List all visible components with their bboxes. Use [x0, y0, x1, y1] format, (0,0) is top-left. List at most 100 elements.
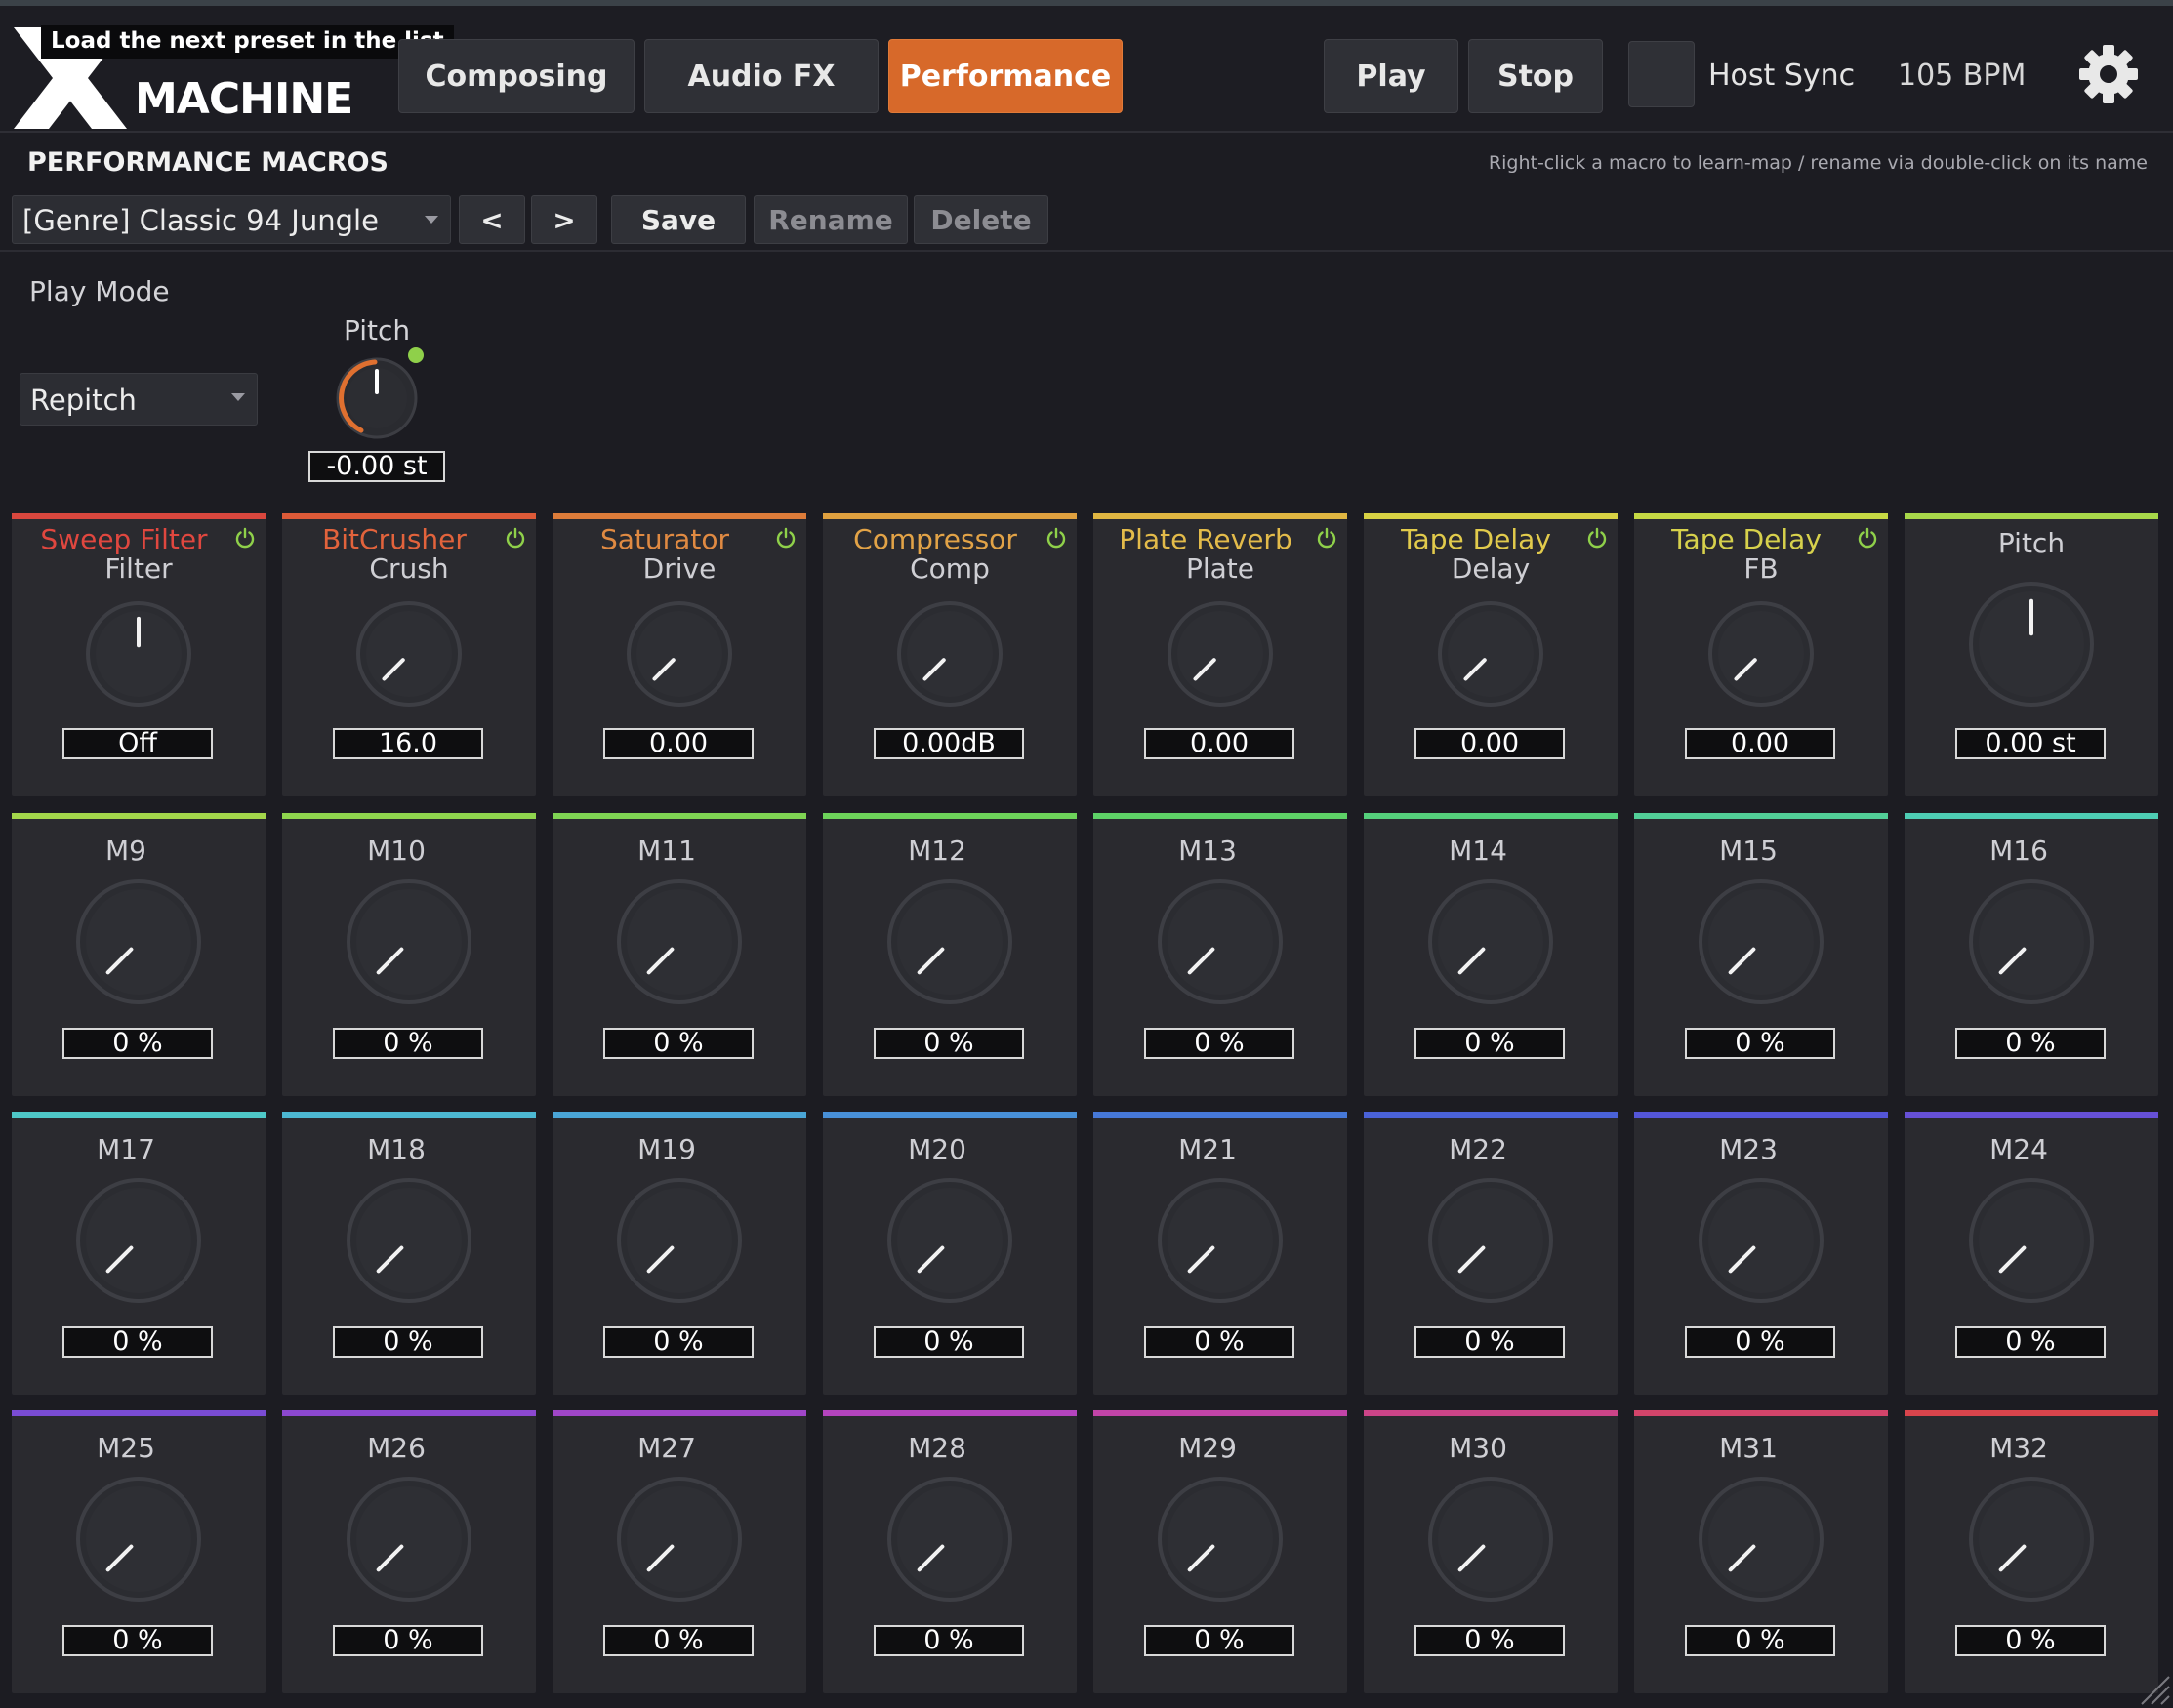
macro-value-field[interactable]: Off	[62, 728, 213, 759]
macro-name[interactable]: M20	[823, 1133, 1051, 1165]
resize-handle-icon[interactable]	[2136, 1671, 2171, 1706]
host-sync-checkbox[interactable]	[1628, 41, 1695, 107]
macro-knob[interactable]	[345, 1176, 473, 1305]
macro-knob[interactable]	[1426, 877, 1555, 1006]
macro-name[interactable]: M25	[12, 1432, 240, 1464]
macro-value-field[interactable]: 0 %	[62, 1625, 213, 1656]
power-icon[interactable]	[234, 527, 256, 549]
macro-knob[interactable]	[1697, 1176, 1825, 1305]
power-icon[interactable]	[1316, 527, 1337, 549]
macro-fx-name[interactable]: Sweep Filter	[12, 523, 236, 555]
macro-name[interactable]: M17	[12, 1133, 240, 1165]
play-button[interactable]: Play	[1324, 39, 1458, 113]
macro-name[interactable]: M21	[1093, 1133, 1322, 1165]
macro-knob[interactable]	[1697, 877, 1825, 1006]
macro-fx-name[interactable]: Saturator	[553, 523, 777, 555]
macro-knob[interactable]	[74, 877, 203, 1006]
macro-name[interactable]: M15	[1634, 834, 1863, 867]
macro-name[interactable]: M14	[1364, 834, 1592, 867]
preset-dropdown[interactable]: [Genre] Classic 94 Jungle	[12, 195, 451, 244]
macro-knob[interactable]	[1967, 580, 2096, 709]
macro-value-field[interactable]: 16.0	[333, 728, 483, 759]
macro-value-field[interactable]: 0 %	[603, 1625, 754, 1656]
macro-name[interactable]: M23	[1634, 1133, 1863, 1165]
macro-name[interactable]: M31	[1634, 1432, 1863, 1464]
macro-name[interactable]: M12	[823, 834, 1051, 867]
macro-knob[interactable]	[625, 599, 734, 709]
macro-name[interactable]: M13	[1093, 834, 1322, 867]
macro-value-field[interactable]: 0.00 st	[1955, 728, 2106, 759]
macro-name[interactable]: M9	[12, 834, 240, 867]
delete-button[interactable]: Delete	[914, 195, 1048, 244]
stop-button[interactable]: Stop	[1468, 39, 1603, 113]
macro-knob[interactable]	[1156, 1176, 1285, 1305]
pitch-value-field[interactable]: -0.00 st	[308, 451, 445, 482]
pitch-knob[interactable]	[330, 351, 424, 445]
macro-knob[interactable]	[1706, 599, 1816, 709]
macro-value-field[interactable]: 0 %	[1414, 1028, 1565, 1059]
macro-knob[interactable]	[1166, 599, 1275, 709]
save-button[interactable]: Save	[611, 195, 746, 244]
macro-fx-name[interactable]: Tape Delay	[1634, 523, 1859, 555]
macro-value-field[interactable]: 0 %	[1144, 1625, 1294, 1656]
macro-value-field[interactable]: 0.00	[1414, 728, 1565, 759]
tab-performance[interactable]: Performance	[888, 39, 1123, 113]
macro-value-field[interactable]: 0.00	[1685, 728, 1835, 759]
macro-name[interactable]: M10	[282, 834, 511, 867]
macro-value-field[interactable]: 0 %	[874, 1028, 1024, 1059]
macro-name[interactable]: M16	[1905, 834, 2133, 867]
macro-knob[interactable]	[1426, 1176, 1555, 1305]
macro-name[interactable]: M32	[1905, 1432, 2133, 1464]
macro-name[interactable]: M28	[823, 1432, 1051, 1464]
macro-value-field[interactable]: 0.00dB	[874, 728, 1024, 759]
macro-knob[interactable]	[74, 1176, 203, 1305]
macro-value-field[interactable]: 0 %	[874, 1326, 1024, 1358]
macro-knob[interactable]	[1697, 1475, 1825, 1604]
power-icon[interactable]	[505, 527, 526, 549]
macro-value-field[interactable]: 0 %	[603, 1326, 754, 1358]
macro-knob[interactable]	[354, 599, 464, 709]
macro-knob[interactable]	[1156, 1475, 1285, 1604]
next-preset-button[interactable]: >	[531, 195, 597, 244]
macro-knob[interactable]	[895, 599, 1004, 709]
macro-name[interactable]: M22	[1364, 1133, 1592, 1165]
macro-knob[interactable]	[1967, 877, 2096, 1006]
macro-knob[interactable]	[615, 1475, 744, 1604]
macro-knob[interactable]	[615, 1176, 744, 1305]
macro-name[interactable]: M30	[1364, 1432, 1592, 1464]
macro-knob[interactable]	[1967, 1176, 2096, 1305]
macro-fx-name[interactable]: BitCrusher	[282, 523, 507, 555]
macro-value-field[interactable]: 0 %	[1414, 1625, 1565, 1656]
gear-icon[interactable]	[2077, 43, 2140, 105]
macro-knob[interactable]	[84, 599, 193, 709]
macro-knob[interactable]	[885, 877, 1014, 1006]
macro-knob[interactable]	[1156, 877, 1285, 1006]
macro-value-field[interactable]: 0 %	[62, 1326, 213, 1358]
macro-value-field[interactable]: 0 %	[603, 1028, 754, 1059]
macro-knob[interactable]	[74, 1475, 203, 1604]
macro-name[interactable]: Pitch	[1905, 527, 2158, 559]
macro-fx-name[interactable]: Plate Reverb	[1093, 523, 1318, 555]
macro-value-field[interactable]: 0.00	[603, 728, 754, 759]
macro-value-field[interactable]: 0 %	[333, 1625, 483, 1656]
macro-value-field[interactable]: 0 %	[1955, 1625, 2106, 1656]
macro-knob[interactable]	[1426, 1475, 1555, 1604]
power-icon[interactable]	[1046, 527, 1067, 549]
macro-value-field[interactable]: 0 %	[1685, 1028, 1835, 1059]
macro-name[interactable]: M24	[1905, 1133, 2133, 1165]
macro-value-field[interactable]: 0 %	[1685, 1326, 1835, 1358]
macro-value-field[interactable]: 0 %	[1955, 1326, 2106, 1358]
macro-value-field[interactable]: 0 %	[1144, 1326, 1294, 1358]
macro-knob[interactable]	[615, 877, 744, 1006]
macro-value-field[interactable]: 0.00	[1144, 728, 1294, 759]
macro-value-field[interactable]: 0 %	[1685, 1625, 1835, 1656]
play-mode-dropdown[interactable]: Repitch	[20, 373, 258, 426]
macro-name[interactable]: M18	[282, 1133, 511, 1165]
macro-knob[interactable]	[1967, 1475, 2096, 1604]
macro-knob[interactable]	[885, 1475, 1014, 1604]
macro-value-field[interactable]: 0 %	[1144, 1028, 1294, 1059]
macro-value-field[interactable]: 0 %	[1414, 1326, 1565, 1358]
tab-composing[interactable]: Composing	[398, 39, 635, 113]
macro-name[interactable]: M19	[553, 1133, 781, 1165]
macro-name[interactable]: M26	[282, 1432, 511, 1464]
